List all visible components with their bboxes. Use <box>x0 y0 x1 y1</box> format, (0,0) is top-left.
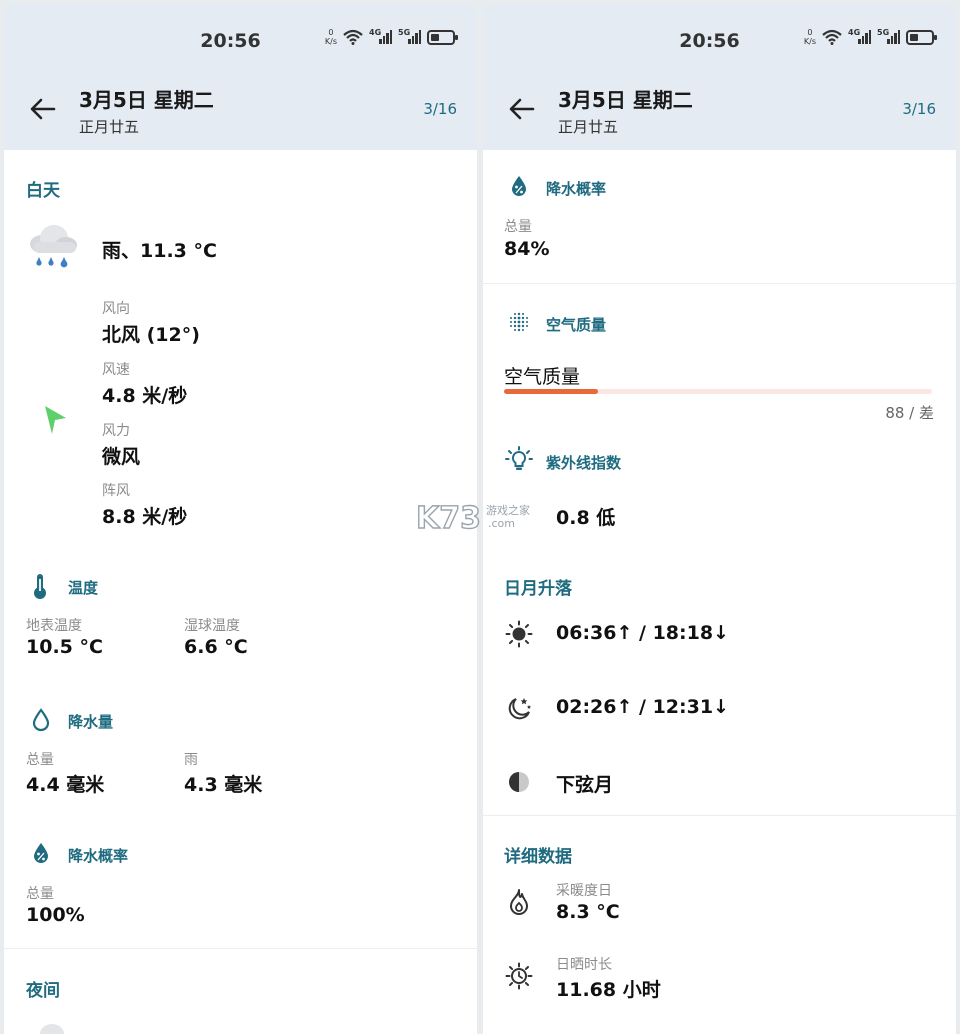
air-quality-icon <box>510 312 528 332</box>
rain-cloud-icon <box>30 225 77 268</box>
section-detail-title: 详细数据 <box>504 847 572 867</box>
air-quality-label: 空气质量 <box>504 366 581 388</box>
wind-direction-label: 风向 <box>102 301 130 317</box>
wind-gust-value: 8.8 米/秒 <box>102 506 188 528</box>
section-night-title: 夜间 <box>26 981 60 1001</box>
app-bar: 3月5日 星期二 正月廿五 3/16 <box>483 74 956 150</box>
divider <box>483 283 956 284</box>
precip-probability-icon <box>34 843 48 863</box>
back-arrow-icon[interactable] <box>507 94 537 124</box>
precip-probability-label: 总量 <box>504 219 532 235</box>
netspeed-indicator: 0 K/s <box>803 28 816 46</box>
battery-icon <box>427 29 458 45</box>
moon-stars-icon <box>508 698 531 720</box>
night-cloud-icon <box>40 1024 64 1034</box>
moon-phase-icon <box>509 772 529 792</box>
signal-5g-icon: 5G <box>398 28 421 44</box>
weather-summary: 雨、11.3 °C <box>102 240 217 262</box>
precip-probability-label: 总量 <box>26 886 54 902</box>
lightbulb-icon <box>505 446 533 470</box>
thermometer-icon <box>34 574 46 599</box>
page-indicator: 3/16 <box>423 100 457 118</box>
surface-temp-value: 10.5 °C <box>26 636 103 658</box>
wind-speed-label: 风速 <box>102 362 130 378</box>
lunar-date: 正月廿五 <box>558 118 619 136</box>
heating-degree-value: 8.3 °C <box>556 901 620 923</box>
wind-direction-arrow-icon <box>45 406 66 434</box>
wifi-icon <box>343 29 363 45</box>
page-indicator: 3/16 <box>902 100 936 118</box>
sun-icon <box>505 620 533 648</box>
moon-phase-value: 下弦月 <box>556 774 614 796</box>
system-icons: 0 K/s 4G 5G <box>803 28 937 46</box>
status-bar: 20:56 0 K/s 4G 5G <box>483 4 956 74</box>
precip-probability-value: 100% <box>26 904 85 926</box>
precip-total-label: 总量 <box>26 752 54 768</box>
section-precip-probability-title: 降水概率 <box>546 180 607 198</box>
sunshine-clock-icon <box>505 962 533 990</box>
wind-speed-value: 4.8 米/秒 <box>102 385 188 407</box>
sunshine-duration-label: 日晒时长 <box>556 957 612 973</box>
page-title: 3月5日 星期二 <box>558 88 693 112</box>
back-arrow-icon[interactable] <box>28 94 58 124</box>
section-uv-title: 紫外线指数 <box>546 454 622 472</box>
section-air-quality-title: 空气质量 <box>546 316 607 334</box>
air-quality-bar <box>504 389 932 394</box>
wind-force-label: 风力 <box>102 423 130 439</box>
heating-degree-label: 采暖度日 <box>556 883 612 899</box>
wetbulb-temp-label: 湿球温度 <box>184 618 240 634</box>
left-screen: 20:56 0 K/s 4G 5G 3月5日 星期二 正月廿五 3/16 白天 … <box>4 4 477 1034</box>
air-quality-reading: 88 / 差 <box>885 404 934 422</box>
air-quality-bar-fill <box>504 389 599 394</box>
wind-gust-label: 阵风 <box>102 483 130 499</box>
flame-icon <box>510 889 528 915</box>
precip-total-value: 4.4 毫米 <box>26 774 105 796</box>
lunar-date: 正月廿五 <box>79 118 140 136</box>
wetbulb-temp-value: 6.6 °C <box>184 636 248 658</box>
moonrise-moonset-times: 02:26↑ / 12:31↓ <box>556 696 729 718</box>
battery-icon <box>906 29 937 45</box>
precip-probability-value: 84% <box>504 238 550 260</box>
signal-4g-icon: 4G <box>369 28 392 44</box>
section-day-title: 白天 <box>26 181 60 201</box>
wind-force-value: 微风 <box>102 446 141 468</box>
app-bar: 3月5日 星期二 正月廿五 3/16 <box>4 74 477 150</box>
signal-5g-icon: 5G <box>877 28 900 44</box>
wifi-icon <box>822 29 842 45</box>
system-icons: 0 K/s 4G 5G <box>324 28 458 46</box>
section-precip-probability-title: 降水概率 <box>68 847 129 865</box>
precip-rain-value: 4.3 毫米 <box>184 774 263 796</box>
section-temperature-title: 温度 <box>68 579 99 597</box>
wind-direction-value: 北风 (12°) <box>102 324 200 346</box>
section-precipitation-title: 降水量 <box>68 713 114 731</box>
sunshine-duration-value: 11.68 小时 <box>556 979 661 1001</box>
status-bar: 20:56 0 K/s 4G 5G <box>4 4 477 74</box>
divider <box>483 815 956 816</box>
surface-temp-label: 地表温度 <box>26 618 82 634</box>
section-sun-moon-title: 日月升落 <box>504 579 572 599</box>
signal-4g-icon: 4G <box>848 28 871 44</box>
page-title: 3月5日 星期二 <box>79 88 214 112</box>
precip-rain-label: 雨 <box>184 752 198 768</box>
uv-index-value: 0.8 低 <box>556 507 616 529</box>
divider <box>4 948 477 949</box>
sunrise-sunset-times: 06:36↑ / 18:18↓ <box>556 622 729 644</box>
right-screen: 20:56 0 K/s 4G 5G 3月5日 星期二 正月廿五 3/16 降水概… <box>483 4 956 1034</box>
water-drop-icon <box>32 708 50 732</box>
precip-probability-icon <box>512 176 526 196</box>
netspeed-indicator: 0 K/s <box>324 28 337 46</box>
